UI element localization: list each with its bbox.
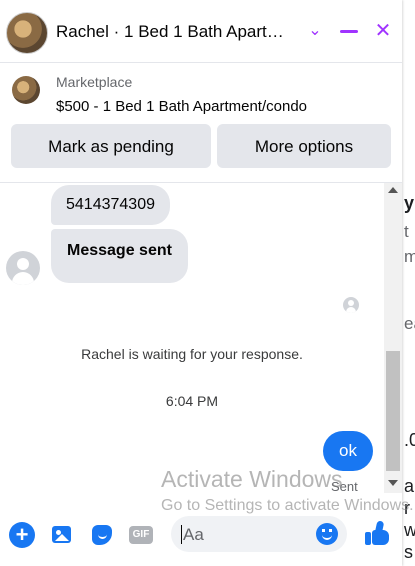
message-input[interactable] <box>181 516 315 554</box>
background-text: ea <box>404 314 415 333</box>
listing-title[interactable]: $500 - 1 Bed 1 Bath Apartment/condo <box>56 98 307 115</box>
message-scrollbar[interactable] <box>384 183 402 493</box>
waiting-notice: Rachel is waiting for your response. <box>81 346 303 362</box>
activate-windows-watermark: Activate Windows Go to Settings to activ… <box>161 466 414 515</box>
minimize-icon[interactable] <box>336 18 362 44</box>
watermark-title: Activate Windows <box>161 466 343 492</box>
watermark-subtitle: Go to Settings to activate Windows. <box>161 497 414 514</box>
mark-as-pending-button[interactable]: Mark as pending <box>11 124 211 168</box>
listing-thumbnail[interactable] <box>12 76 40 104</box>
chat-header[interactable]: Rachel · 1 Bed 1 Bath Apartment/condo ⌄ … <box>0 0 402 63</box>
background-text: .0 <box>404 430 415 450</box>
gif-label: GIF <box>129 526 153 544</box>
marketplace-panel: Marketplace $500 - 1 Bed 1 Bath Apartmen… <box>0 62 402 183</box>
message-input-box[interactable] <box>171 516 347 554</box>
sticker-icon[interactable] <box>89 522 115 548</box>
incoming-message[interactable]: Message sent <box>51 229 188 283</box>
scroll-up-arrow-icon[interactable] <box>388 187 398 193</box>
scroll-thumb[interactable] <box>386 351 400 471</box>
background-text: t <box>404 222 409 241</box>
chevron-down-icon[interactable]: ⌄ <box>302 18 328 44</box>
background-text: m <box>404 247 415 266</box>
chat-window: Rachel · 1 Bed 1 Bath Apartment/condo ⌄ … <box>0 0 414 566</box>
message-timestamp: 6:04 PM <box>165 393 219 409</box>
message-list[interactable]: 5414374309 Message sent Rachel is waitin… <box>0 183 384 510</box>
incoming-message[interactable]: 5414374309 <box>51 185 170 225</box>
sender-avatar[interactable] <box>6 251 40 285</box>
background-text: y <box>404 193 415 213</box>
thumbs-up-icon[interactable] <box>364 520 392 548</box>
contact-avatar[interactable] <box>6 12 48 54</box>
chat-title[interactable]: Rachel · 1 Bed 1 Bath Apartment/condo <box>56 22 296 42</box>
close-icon[interactable]: ✕ <box>370 18 396 44</box>
emoji-icon[interactable] <box>316 523 338 545</box>
outgoing-message[interactable]: ok <box>323 431 373 471</box>
photo-icon[interactable] <box>49 522 75 548</box>
background-text: w <box>404 520 415 540</box>
marketplace-label: Marketplace <box>56 74 133 90</box>
gif-icon[interactable]: GIF <box>127 522 155 548</box>
background-text: s <box>404 542 413 562</box>
seen-receipt-avatar <box>343 297 359 313</box>
message-composer: + GIF <box>0 510 402 566</box>
plus-icon[interactable]: + <box>9 522 35 548</box>
more-options-button[interactable]: More options <box>217 124 391 168</box>
